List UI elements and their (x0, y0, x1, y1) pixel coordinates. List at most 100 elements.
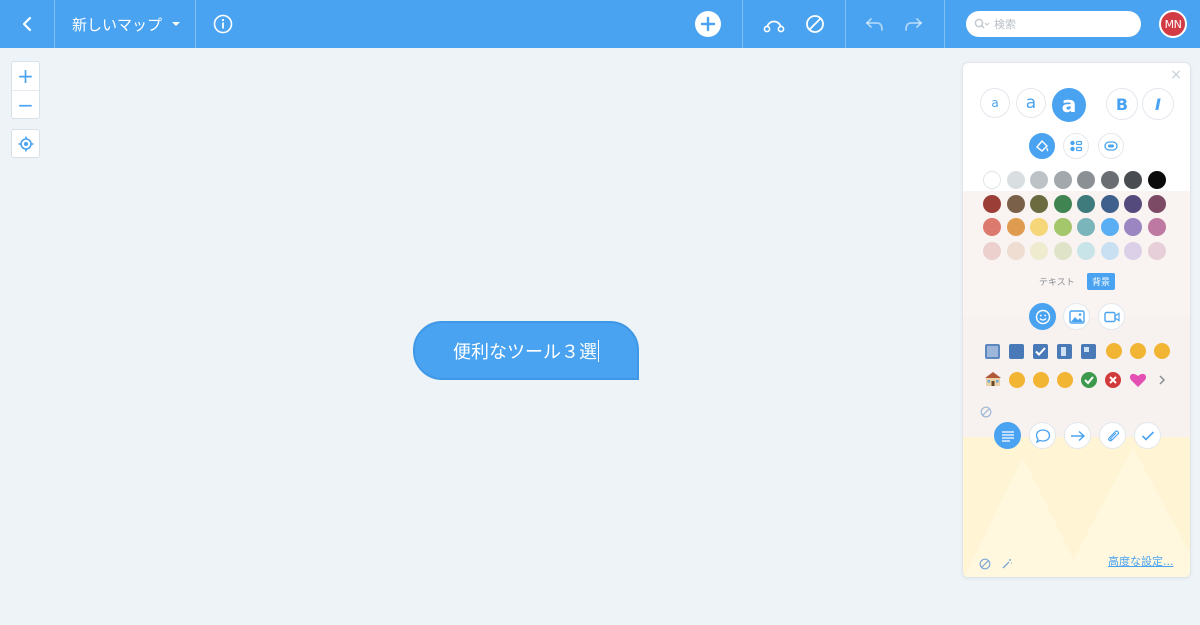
color-swatch[interactable] (983, 218, 1001, 236)
color-swatch[interactable] (1124, 241, 1142, 260)
color-swatch[interactable] (1077, 194, 1095, 213)
crosshair-icon (18, 136, 33, 151)
tab-text[interactable]: テキスト (1039, 275, 1075, 288)
color-swatch[interactable] (1100, 241, 1119, 260)
color-swatch[interactable] (1100, 171, 1119, 189)
text-size-large-button[interactable]: a (1052, 88, 1086, 122)
avatar[interactable]: MN (1159, 10, 1187, 38)
paint-bucket-icon (1036, 139, 1049, 152)
comment-button[interactable] (1029, 422, 1056, 449)
image-tab-button[interactable] (1063, 303, 1090, 330)
cross-mark-icon[interactable] (1105, 372, 1121, 388)
color-swatch[interactable] (1147, 241, 1166, 260)
node-text[interactable]: 便利なツール３選 (453, 338, 597, 364)
grimacing-face-icon[interactable] (1154, 343, 1170, 359)
color-swatch[interactable] (1077, 241, 1095, 260)
fill-style-button[interactable] (1029, 133, 1055, 159)
color-swatch[interactable] (983, 241, 1001, 260)
advanced-settings-link[interactable]: 高度な設定... (1108, 553, 1174, 569)
task-button[interactable] (1134, 422, 1161, 449)
color-swatch[interactable] (1030, 171, 1048, 189)
color-swatch[interactable] (1006, 171, 1025, 189)
text-size-small-label: a (991, 96, 999, 110)
divider (195, 0, 196, 48)
video-tab-button[interactable] (1098, 303, 1125, 330)
color-swatch[interactable] (1147, 218, 1166, 236)
connect-button[interactable] (758, 0, 790, 48)
chevron-right-icon[interactable] (1157, 372, 1167, 388)
zoom-out-button[interactable]: − (12, 90, 39, 118)
color-swatch[interactable] (1147, 171, 1166, 189)
text-size-medium-button[interactable]: a (1016, 88, 1046, 118)
text-cursor (598, 339, 599, 362)
smiling-face-icon[interactable] (1009, 372, 1025, 388)
grinning-face-icon[interactable] (1106, 343, 1122, 359)
color-swatch[interactable] (1030, 241, 1048, 260)
search-box[interactable] (966, 11, 1141, 37)
center-map-button[interactable] (11, 129, 40, 158)
emoji-tab-button[interactable] (1029, 303, 1056, 330)
box-icon[interactable] (1009, 344, 1024, 359)
color-swatch[interactable] (1006, 218, 1025, 236)
check-box-icon[interactable] (1033, 344, 1048, 359)
screaming-face-icon[interactable] (1130, 343, 1146, 359)
color-swatch[interactable] (1100, 194, 1119, 213)
color-swatch[interactable] (1147, 194, 1166, 213)
italic-label: I (1155, 94, 1161, 114)
color-swatch[interactable] (1053, 218, 1072, 236)
frowning-face-icon[interactable] (1057, 372, 1073, 388)
tab-background[interactable]: 背景 (1087, 273, 1116, 290)
link-button[interactable] (1064, 422, 1091, 449)
magic-wand-button[interactable] (1001, 555, 1013, 569)
shape-icon (1104, 141, 1118, 151)
layout-icon (1070, 140, 1083, 152)
info-button[interactable] (205, 0, 241, 48)
color-swatch[interactable] (1053, 171, 1072, 189)
neutral-face-icon[interactable] (1033, 372, 1049, 388)
divider (54, 0, 55, 48)
bold-button[interactable]: B (1106, 88, 1138, 120)
clear-icon-button[interactable] (980, 403, 992, 418)
check-mark-icon[interactable] (1081, 372, 1097, 388)
zoom-in-button[interactable]: + (12, 62, 39, 90)
reset-style-button[interactable] (979, 555, 991, 570)
color-swatch[interactable] (1006, 241, 1025, 260)
image-icon (1068, 309, 1085, 324)
disable-button[interactable] (800, 0, 830, 48)
corner-box-icon[interactable] (1081, 344, 1096, 359)
attachment-button[interactable] (1099, 422, 1126, 449)
color-swatch[interactable] (1124, 218, 1142, 236)
color-swatch[interactable] (1053, 241, 1072, 260)
half-box-icon[interactable] (1057, 344, 1072, 359)
shape-style-button[interactable] (1098, 133, 1124, 159)
blank-box-icon[interactable] (985, 344, 1000, 359)
color-swatch[interactable] (1100, 218, 1119, 236)
close-panel-button[interactable]: × (1170, 67, 1182, 83)
redo-button[interactable] (900, 0, 926, 48)
color-swatch[interactable] (1124, 194, 1142, 213)
color-swatch[interactable] (1030, 218, 1048, 236)
heart-icon[interactable] (1129, 372, 1147, 388)
undo-button[interactable] (862, 0, 888, 48)
color-swatch[interactable] (1124, 171, 1142, 189)
text-size-medium-label: a (1025, 93, 1037, 113)
video-icon (1103, 311, 1120, 322)
text-size-small-button[interactable]: a (980, 88, 1010, 118)
search-input[interactable] (994, 17, 1124, 31)
color-swatch[interactable] (1006, 194, 1025, 213)
notes-button[interactable] (994, 422, 1021, 449)
map-title-dropdown[interactable]: 新しいマップ (72, 0, 181, 48)
italic-button[interactable]: I (1142, 88, 1174, 120)
color-swatch[interactable] (983, 171, 1001, 189)
color-swatch[interactable] (1077, 171, 1095, 189)
add-node-button[interactable] (690, 0, 726, 48)
color-swatch[interactable] (1053, 194, 1072, 213)
layout-style-button[interactable] (1063, 133, 1089, 159)
color-swatch[interactable] (1077, 218, 1095, 236)
back-button[interactable] (0, 0, 54, 48)
school-building-icon[interactable] (984, 371, 1002, 387)
mind-map-node[interactable]: 便利なツール３選 (413, 321, 639, 380)
color-swatch[interactable] (1030, 194, 1048, 213)
checkmark-icon (1141, 430, 1154, 441)
color-swatch[interactable] (983, 194, 1001, 213)
